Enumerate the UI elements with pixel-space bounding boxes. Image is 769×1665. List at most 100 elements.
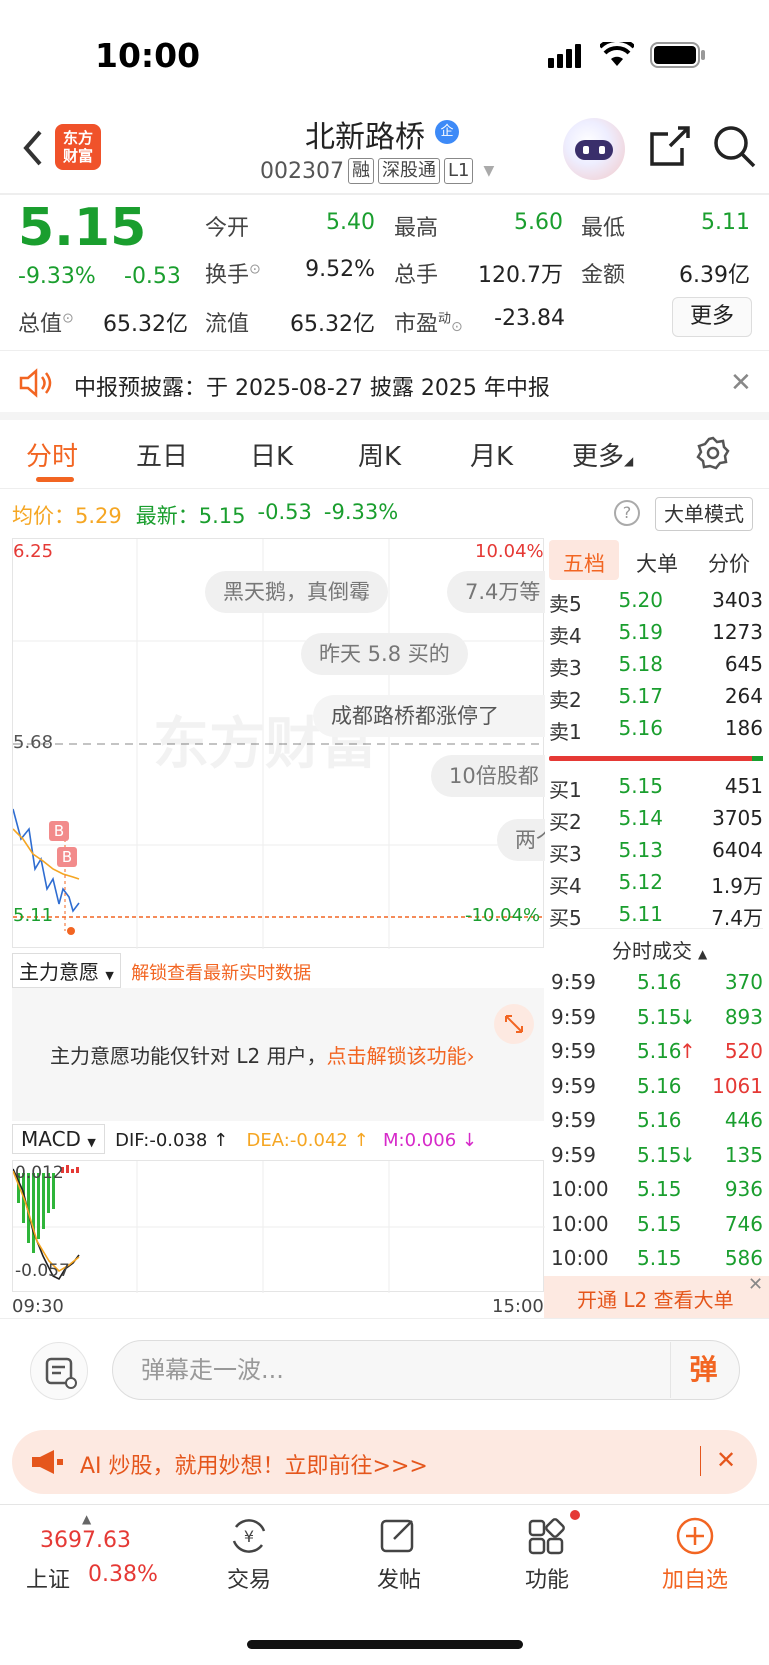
bid-row[interactable]: 买2 5.14 3705 [549, 804, 763, 834]
ask-volume: 645 [724, 652, 763, 676]
intraday-chart[interactable]: 东方财富 6.25 5.68 5.11 10.04% -10.04% B B 黑… [12, 538, 545, 949]
tick-row: 9:59 5.16 1061 [549, 1072, 763, 1102]
tab-big-orders[interactable]: 大单 [636, 548, 678, 578]
ask-row[interactable]: 卖4 5.19 1273 [549, 618, 763, 648]
wifi-icon [598, 37, 636, 68]
nav-add-watchlist[interactable]: 加自选 [650, 1562, 740, 1594]
close-icon[interactable]: ✕ [730, 368, 752, 398]
bid-label: 买4 [549, 874, 582, 898]
trade-icon[interactable]: ¥ [228, 1515, 270, 1557]
danmu-bubble[interactable]: 两个 [497, 819, 545, 861]
back-icon[interactable] [18, 128, 48, 168]
apps-grid-icon[interactable] [526, 1515, 568, 1557]
tick-time: 10:00 [551, 1246, 609, 1270]
tick-time: 9:59 [551, 1142, 596, 1167]
ask-row[interactable]: 卖5 5.20 3403 [549, 586, 763, 616]
stock-code: 002307 [260, 158, 344, 184]
danmu-bubble[interactable]: 7.4万等 [447, 571, 545, 613]
tab-price-dist[interactable]: 分价 [708, 548, 750, 578]
tick-time: 9:59 [551, 1004, 596, 1029]
bid-row[interactable]: 买5 5.11 7.4万 [549, 900, 763, 930]
ask-label: 卖2 [549, 688, 582, 712]
share-icon[interactable] [648, 124, 692, 168]
unlock-feature-link[interactable]: 点击解锁该功能 [327, 1044, 467, 1068]
tick-price: 5.16 [637, 1039, 682, 1063]
robot-assistant-icon[interactable] [563, 118, 625, 180]
buy-marker[interactable]: B [49, 821, 69, 841]
close-icon[interactable]: ✕ [748, 1274, 763, 1295]
expand-icon[interactable] [494, 1004, 534, 1044]
nav-post[interactable]: 发帖 [354, 1562, 444, 1594]
tick-row: 10:00 5.15 586 [549, 1244, 763, 1274]
buy-marker[interactable]: B [57, 847, 77, 867]
macd-chart[interactable]: 0.012 -0.057 [12, 1160, 545, 1293]
ticks-title[interactable]: 分时成交 ▲ [612, 935, 707, 964]
l2-promo-text[interactable]: 开通 L2 查看大单 [577, 1284, 734, 1313]
danmu-bubble[interactable]: 10倍股都 [431, 755, 545, 797]
svg-text:¥: ¥ [244, 1527, 254, 1546]
x-axis-end: 15:00 [492, 1296, 544, 1317]
high-label: 最高 [394, 216, 439, 241]
settings-gear-icon[interactable] [696, 436, 730, 470]
tick-time: 10:00 [551, 1211, 609, 1236]
big-order-mode-button[interactable]: 大单模式 [655, 497, 753, 531]
search-icon[interactable] [712, 124, 756, 168]
bid-row[interactable]: 买3 5.13 6404 [549, 836, 763, 866]
unlock-link[interactable]: 解锁查看最新实时数据 [131, 963, 311, 984]
tab-intraday[interactable]: 分时 [26, 436, 78, 473]
signal-icon [548, 44, 584, 68]
bid-row[interactable]: 买4 5.12 1.9万 [549, 868, 763, 898]
ask-row[interactable]: 卖3 5.18 645 [549, 650, 763, 680]
tick-volume: 370 [724, 970, 763, 994]
tab-monthly-k[interactable]: 月K [470, 436, 513, 473]
low-value: 5.11 [701, 210, 750, 235]
ask-row[interactable]: 卖2 5.17 264 [549, 682, 763, 712]
tick-price: 5.15 [637, 1004, 682, 1029]
nav-trade[interactable]: 交易 [204, 1562, 294, 1594]
tick-time: 9:59 [551, 1039, 596, 1063]
add-watchlist-icon[interactable] [674, 1515, 716, 1557]
price-change: -0.53 [124, 264, 181, 289]
ask-volume: 264 [724, 684, 763, 708]
ask-volume: 186 [724, 716, 763, 740]
nav-functions[interactable]: 功能 [502, 1562, 592, 1594]
bid-price: 5.13 [618, 838, 663, 862]
index-value[interactable]: 3697.63 [40, 1528, 131, 1553]
index-pct[interactable]: 0.38% [88, 1562, 158, 1587]
tick-volume: 1061 [712, 1073, 763, 1098]
ask-row[interactable]: 卖1 5.16 186 [549, 714, 763, 744]
low-label: 最低 [581, 216, 626, 241]
divider [0, 488, 769, 489]
divider [0, 193, 769, 195]
tab-more[interactable]: 更多◢ [572, 436, 633, 473]
danmu-bubble[interactable]: 黑天鹅，真倒霉 [205, 571, 388, 613]
help-icon[interactable]: ? [614, 500, 640, 526]
pe-value: -23.84 [494, 306, 565, 331]
tab-five-day[interactable]: 五日 [136, 436, 188, 473]
ai-promo-text[interactable]: AI 炒股，就用妙想！立即前往>>> [80, 1448, 428, 1480]
more-button[interactable]: 更多 [672, 297, 752, 337]
tick-volume: 135 [724, 1142, 763, 1167]
close-icon[interactable]: ✕ [716, 1446, 736, 1474]
tab-five-levels[interactable]: 五档 [563, 548, 605, 578]
danmu-toggle-button[interactable]: 弹 [670, 1342, 736, 1398]
tick-row: 10:00 5.15 936 [549, 1175, 763, 1205]
danmu-bubble[interactable]: 成都路桥都涨停了 [313, 695, 545, 737]
index-name[interactable]: 上证 [26, 1562, 70, 1594]
tab-daily-k[interactable]: 日K [250, 436, 293, 473]
y-axis-mid: 5.68 [13, 732, 54, 753]
main-intent-select[interactable]: 主力意愿 ▼ [12, 953, 121, 988]
tick-volume: 746 [724, 1211, 763, 1236]
macd-select[interactable]: MACD ▼ [12, 1124, 105, 1154]
danmu-settings-icon[interactable] [30, 1342, 88, 1400]
amount-label: 金额 [581, 263, 626, 288]
post-icon[interactable] [378, 1515, 420, 1557]
notification-dot [570, 1510, 580, 1520]
danmu-bubble[interactable]: 昨天 5.8 买的 [301, 633, 468, 675]
home-indicator[interactable] [247, 1640, 523, 1649]
danmu-input[interactable]: 弹幕走一波... [112, 1340, 740, 1400]
stock-code-row[interactable]: 002307 融 深股通 L1 ▼ [260, 158, 494, 184]
bid-row[interactable]: 买1 5.15 451 [549, 772, 763, 802]
bid-volume: 451 [724, 774, 763, 798]
tab-weekly-k[interactable]: 周K [358, 436, 401, 473]
